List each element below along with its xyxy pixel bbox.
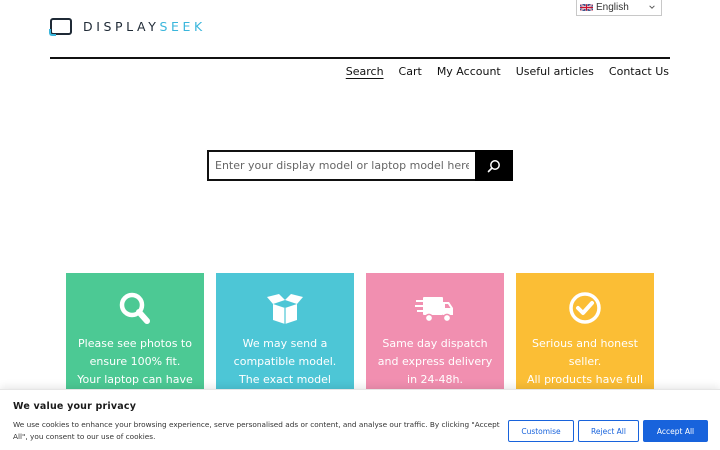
search-icon — [487, 159, 500, 172]
search-bar — [207, 150, 513, 181]
box-icon — [267, 294, 303, 324]
feature-text-line: All products have full — [526, 373, 644, 386]
magnifier-icon — [119, 292, 150, 324]
nav-useful-articles[interactable]: Useful articles — [516, 65, 594, 78]
feature-text-line: seller. — [568, 355, 602, 368]
language-label: English — [596, 2, 629, 13]
customise-button[interactable]: Customise — [508, 420, 574, 442]
feature-text-line: Your laptop can have — [77, 373, 193, 386]
nav-cart[interactable]: Cart — [399, 65, 422, 78]
chevron-down-icon — [649, 5, 655, 9]
reject-all-button[interactable]: Reject All — [578, 420, 639, 442]
feature-text-line: The exact model — [239, 373, 331, 386]
header-divider — [50, 57, 670, 59]
display-logo-icon — [49, 17, 72, 36]
nav-contact-us[interactable]: Contact Us — [609, 65, 669, 78]
nav-my-account[interactable]: My Account — [437, 65, 501, 78]
cookie-title: We value your privacy — [13, 401, 137, 412]
accept-all-button[interactable]: Accept All — [643, 420, 708, 442]
language-selector[interactable]: English — [576, 0, 662, 16]
feature-text-line: We may send a — [242, 337, 328, 350]
uk-flag-icon — [580, 3, 593, 12]
feature-text-line: Serious and honest — [532, 337, 638, 350]
search-input[interactable] — [207, 150, 475, 181]
logo-wordmark: DISPLAYSEEK — [83, 19, 206, 34]
cookie-message: We use cookies to enhance your browsing … — [13, 420, 500, 441]
delivery-truck-icon — [415, 297, 453, 323]
logo-text-seek: SEEK — [159, 18, 206, 34]
check-circle-icon — [569, 292, 601, 324]
feature-text-line: in 24-48h. — [407, 373, 463, 386]
feature-text-line: and express delivery — [377, 355, 493, 368]
feature-text-line: ensure 100% fit. — [89, 355, 181, 368]
logo-text-display: DISPLAY — [83, 18, 160, 34]
feature-text-line: Same day dispatch — [382, 337, 488, 350]
main-nav: Search Cart My Account Useful articles C… — [331, 65, 669, 78]
search-button[interactable] — [475, 150, 513, 181]
nav-search[interactable]: Search — [346, 65, 384, 78]
cookie-banner: We value your privacy We use cookies to … — [0, 389, 720, 450]
feature-text-line: Please see photos to — [78, 337, 192, 350]
feature-text-line: compatible model. — [233, 355, 337, 368]
site-logo[interactable]: DISPLAYSEEK — [49, 16, 206, 36]
